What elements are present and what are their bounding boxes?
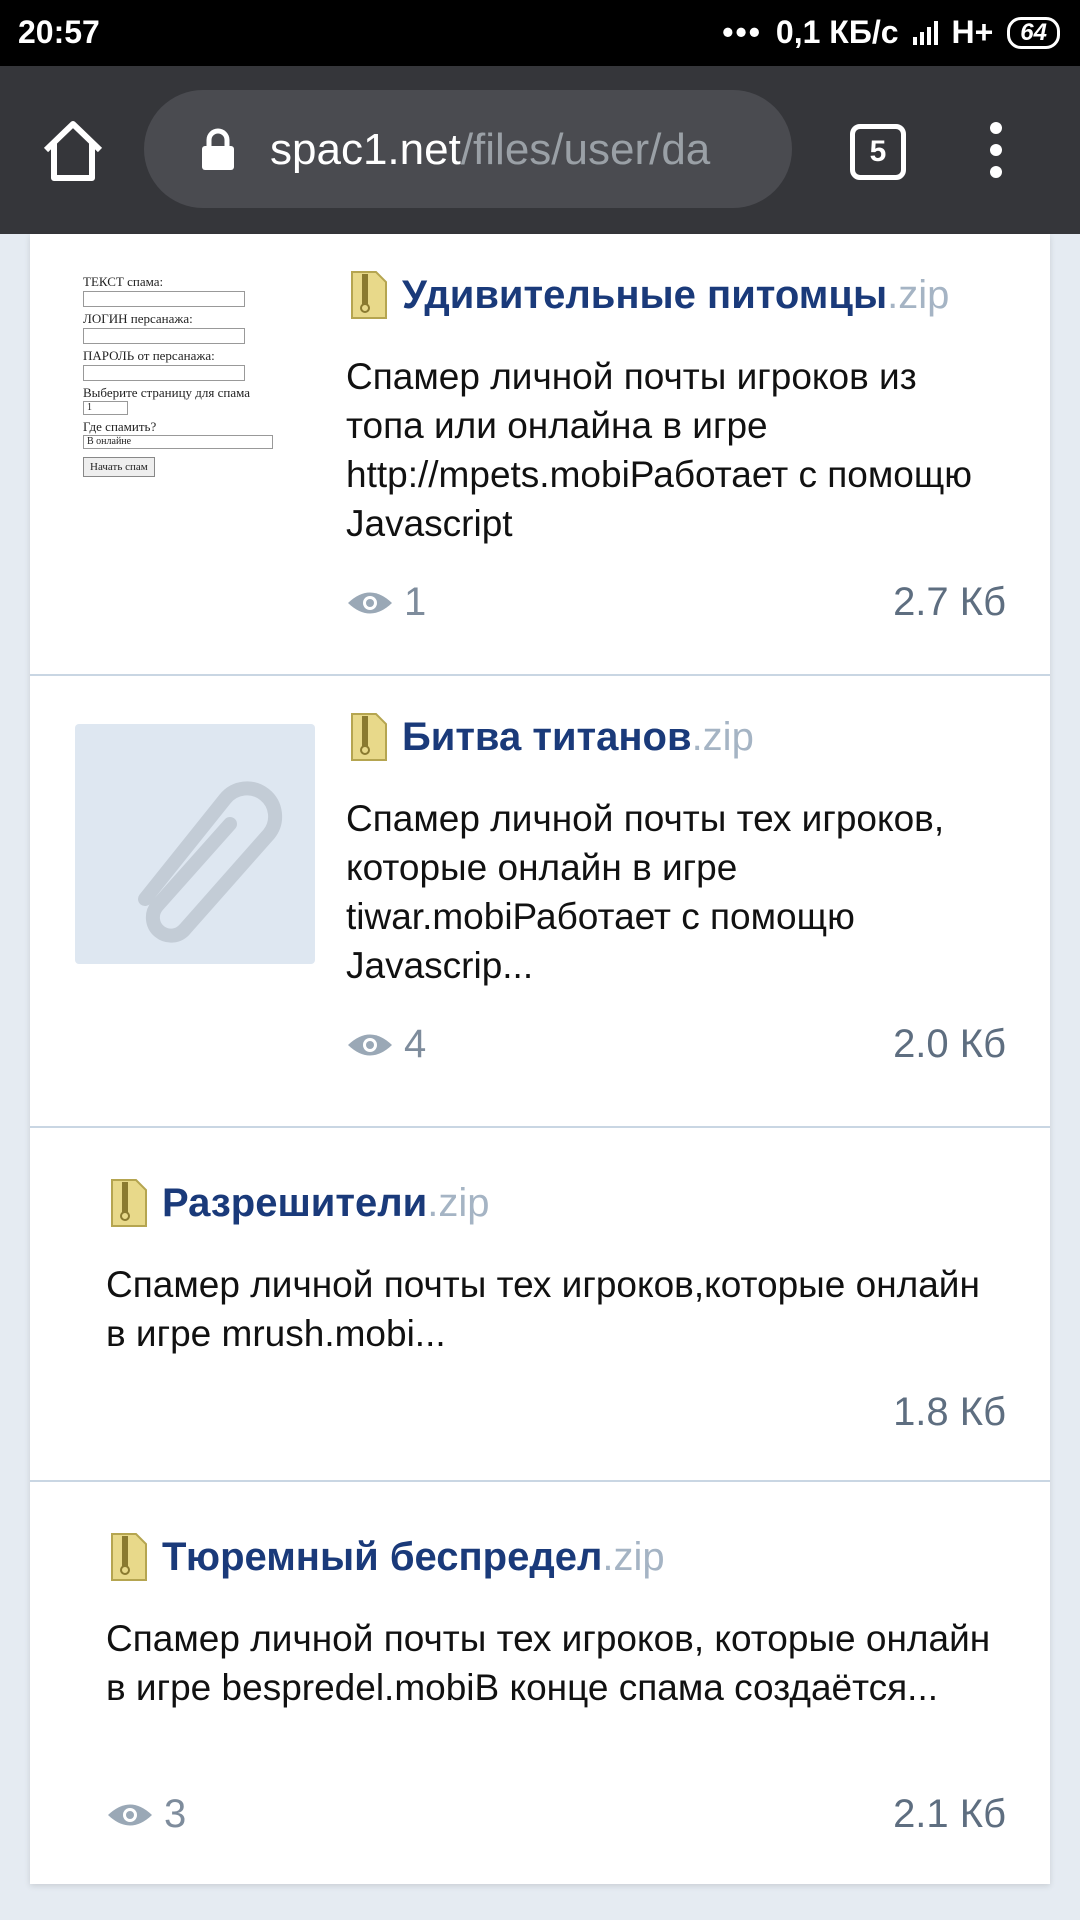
view-count-value: 4 [404,1022,427,1066]
zip-file-icon [111,1179,147,1227]
zip-file-icon [351,713,387,761]
thumb-field [83,365,245,381]
paperclip-icon [138,781,283,943]
home-icon[interactable] [40,118,106,184]
file-item[interactable]: Тюремный беспредел .zip Спамер личной поч… [30,1482,1050,1884]
file-size: 2.1 Кб [893,1792,1006,1836]
network-speed: 0,1 КБ/с [775,14,899,50]
file-description: Спамер личной почты тех игроков, которые… [106,1618,991,1708]
file-extension: .zip [602,1534,665,1579]
battery-indicator: 64 [1007,16,1060,49]
file-thumbnail[interactable]: ТЕКСТ спама: ЛОГИН персанажа: ПАРОЛЬ от … [75,274,323,514]
view-count: 3 [106,1792,186,1837]
thumb-field [83,328,245,344]
url-host: spac1.net [270,125,461,174]
network-type: H+ [951,14,994,50]
file-thumbnail[interactable] [75,724,315,964]
file-size: 2.0 Кб [893,1022,1006,1066]
notification-dots: ••• [722,14,762,50]
tab-switcher-button[interactable]: 5 [850,124,906,180]
thumb-label: ПАРОЛЬ от персанажа: [83,348,215,363]
file-name[interactable]: Удивительные питомцы [402,273,887,318]
thumb-label: Где спамить? [83,419,157,434]
thumb-label: ТЕКСТ спама: [83,274,164,289]
file-item[interactable]: ТЕКСТ спама: ЛОГИН персанажа: ПАРОЛЬ от … [30,234,1050,676]
status-time: 20:57 [18,14,100,50]
file-item[interactable]: Разрешители .zip Спамер личной почты тех … [30,1128,1050,1482]
eye-icon [108,1804,152,1825]
zip-file-icon [111,1533,147,1581]
thumb-select: 1 [83,401,128,415]
file-list: ТЕКСТ спама: ЛОГИН персанажа: ПАРОЛЬ от … [30,234,1050,1884]
file-title-row[interactable]: Разрешители .zip [110,1178,489,1228]
view-count-value: 1 [404,580,427,624]
file-description: Спамер личной почты тех игроков,которые … [106,1264,980,1354]
status-bar: 20:57 ••• 0,1 КБ/с H+ 64 [0,0,1080,66]
file-size: 1.8 Кб [893,1390,1006,1434]
file-extension: .zip [427,1180,490,1225]
file-title-row[interactable]: Тюремный беспредел .zip [110,1532,665,1582]
file-extension: .zip [887,272,950,317]
status-right: ••• 0,1 КБ/с H+ 64 [722,14,1060,51]
file-description: Спамер личной почты тех игроков, которые… [346,798,945,986]
thumb-button: Начать спам [83,457,155,477]
thumb-field [83,291,245,307]
url-path: /files/user/da [460,125,711,174]
file-description: Спамер личной почты игроков из топа или … [346,356,973,544]
view-count-value: 3 [164,1792,187,1836]
thumb-label: ЛОГИН персанажа: [83,311,193,326]
address-bar[interactable]: spac1.net/files/user/da [144,90,792,208]
overflow-menu-icon[interactable] [986,122,1006,182]
zip-file-icon [351,271,387,319]
file-title-row[interactable]: Удивительные питомцы .zip [350,270,949,320]
file-item[interactable]: Битва титанов .zip Спамер личной почты те… [30,676,1050,1128]
eye-icon [348,592,392,613]
eye-icon [348,1034,392,1055]
file-size: 2.7 Кб [893,580,1006,624]
file-extension: .zip [691,714,754,759]
thumb-label: Выберите страницу для спама [83,385,251,400]
signal-icon [912,20,938,45]
lock-icon [202,128,234,170]
url-text: spac1.net/files/user/da [270,122,770,178]
thumb-select: В онлайне [83,435,273,449]
file-name[interactable]: Разрешители [162,1181,427,1226]
view-count: 4 [346,1022,426,1067]
file-title-row[interactable]: Битва титанов .zip [350,712,754,762]
view-count: 1 [346,580,426,625]
file-name[interactable]: Тюремный беспредел [162,1535,602,1580]
file-name[interactable]: Битва титанов [402,715,692,760]
browser-toolbar: spac1.net/files/user/da 5 [0,66,1080,234]
